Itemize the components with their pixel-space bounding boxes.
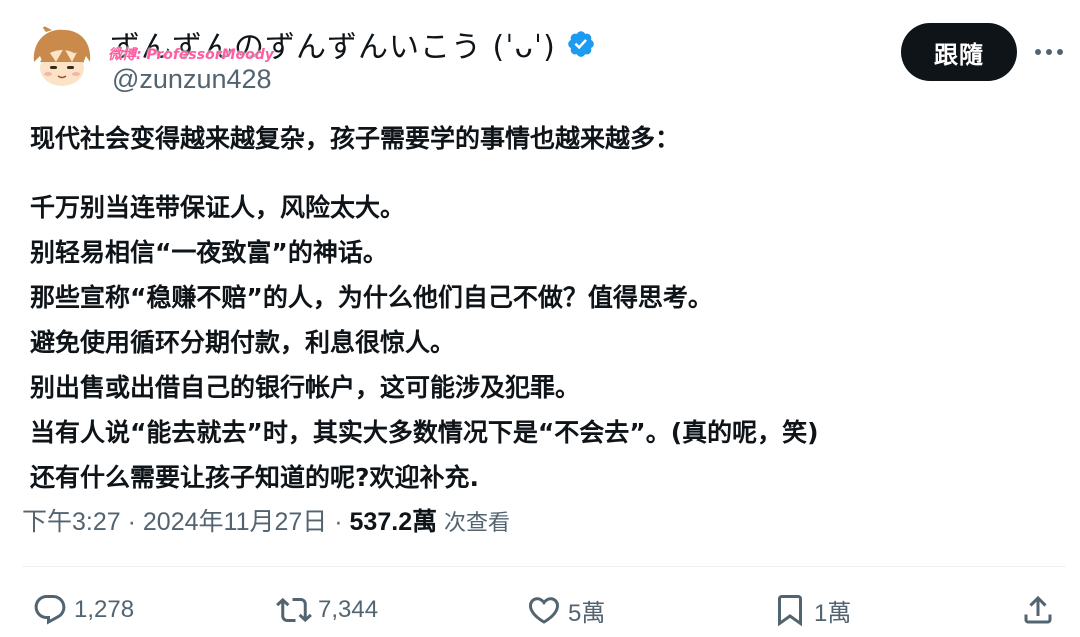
like-button[interactable]: 5萬	[526, 588, 605, 632]
views-count: 537.2萬	[349, 508, 438, 536]
tweet-line: 避免使用循环分期付款，利息很惊人。	[30, 328, 456, 357]
bookmark-count: 1萬	[814, 599, 852, 627]
more-button[interactable]	[1034, 40, 1064, 64]
reply-icon	[34, 595, 66, 625]
author-handle[interactable]: @zunzun428	[112, 64, 272, 95]
tweet-line: 别出售或出借自己的银行帐户，这可能涉及犯罪。	[30, 373, 581, 402]
watermark: 微博: ProfessorMoody	[108, 47, 274, 63]
avatar-image	[26, 22, 98, 94]
bookmark-icon	[778, 595, 802, 627]
meta-separator: ·	[334, 508, 343, 536]
tweet-line: 还有什么需要让孩子知道的呢?欢迎补充.	[30, 463, 480, 492]
reply-button[interactable]: 1,278	[32, 588, 134, 632]
tweet-line: 别轻易相信“一夜致富”的神话。	[30, 238, 388, 267]
meta-separator: ·	[127, 508, 136, 536]
tweet-date[interactable]: 2024年11月27日	[143, 508, 327, 536]
tweet-line: 现代社会变得越来越复杂，孩子需要学的事情也越来越多：	[30, 124, 681, 153]
avatar[interactable]	[26, 22, 98, 94]
like-count: 5萬	[568, 599, 606, 627]
share-icon	[1024, 595, 1052, 624]
repost-count: 7,344	[318, 596, 379, 623]
repost-button[interactable]: 7,344	[276, 588, 378, 632]
tweet-meta: 下午3:27 · 2024年11月27日 · 537.2萬 次查看	[22, 502, 510, 538]
tweet-text: 现代社会变得越来越复杂，孩子需要学的事情也越来越多： 千万别当连带保证人，风险太…	[30, 116, 1060, 500]
follow-button[interactable]: 跟隨	[901, 23, 1017, 81]
tweet-time[interactable]: 下午3:27	[22, 508, 121, 536]
views-label: 次查看	[444, 510, 511, 535]
bookmark-button[interactable]: 1萬	[772, 588, 851, 632]
divider	[22, 566, 1066, 567]
tweet-line: 千万别当连带保证人，风险太大。	[30, 193, 406, 222]
tweet-line: 当有人说“能去就去”时，其实大多数情况下是“不会去”。(真的呢，笑)	[30, 418, 819, 447]
tweet-line: 那些宣称“稳赚不赔”的人，为什么他们自己不做？值得思考。	[30, 283, 713, 312]
share-button[interactable]	[1020, 588, 1062, 632]
repost-icon	[276, 597, 312, 623]
more-icon	[1035, 49, 1063, 55]
like-icon	[528, 597, 560, 624]
reply-count: 1,278	[74, 596, 135, 623]
verified-badge-icon	[567, 31, 594, 57]
